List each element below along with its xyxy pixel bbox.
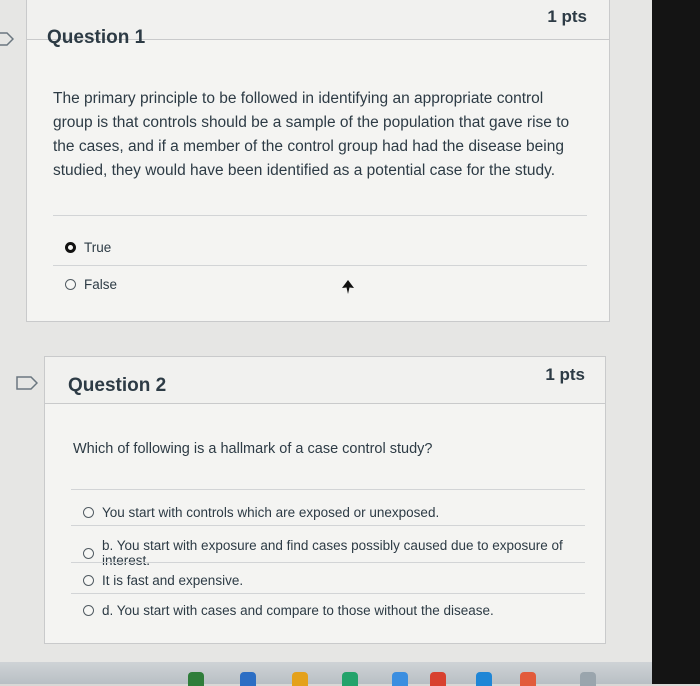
answer-divider	[71, 525, 585, 526]
answer-option-b-label: b. You start with exposure and find case…	[102, 538, 563, 568]
radio-false[interactable]	[65, 279, 76, 290]
answer-divider	[53, 265, 587, 266]
question-flag-icon[interactable]	[0, 32, 14, 46]
answer-divider	[53, 215, 587, 216]
answer-false-label: False	[84, 277, 118, 292]
radio-option-d[interactable]	[83, 605, 94, 616]
radio-option-a[interactable]	[83, 507, 94, 518]
radio-true-selected[interactable]	[65, 242, 76, 253]
answer-option-b[interactable]: b. You start with exposure and find case…	[83, 538, 605, 568]
radio-option-b[interactable]	[83, 547, 94, 559]
answer-true[interactable]: True	[65, 240, 111, 255]
answer-option-a[interactable]: You start with controls which are expose…	[83, 505, 439, 520]
answer-option-c[interactable]: It is fast and expensive.	[83, 573, 243, 588]
mouse-pointer-icon	[342, 280, 354, 294]
question-2-card: 1 pts Question 2 Which of following is a…	[44, 356, 606, 644]
answer-option-c-label: It is fast and expensive.	[102, 573, 244, 588]
question-1-card: 1 pts Question 1 The primary principle t…	[26, 0, 610, 322]
answer-option-a-label: You start with controls which are expose…	[102, 505, 440, 520]
answer-true-label: True	[84, 240, 112, 255]
screen-bezel	[652, 0, 700, 684]
answer-divider	[71, 593, 585, 594]
question-1-points: 1 pts	[547, 7, 587, 26]
answer-divider	[71, 489, 585, 490]
question-2-text: Which of following is a hallmark of a ca…	[73, 441, 433, 457]
question-flag-icon[interactable]	[16, 376, 38, 390]
question-2-title: Question 2	[68, 375, 167, 396]
question-1-title: Question 1	[47, 27, 146, 48]
answer-false[interactable]: False	[65, 277, 117, 292]
dock-bar	[0, 662, 656, 684]
question-2-points: 1 pts	[545, 365, 585, 384]
answer-divider	[71, 562, 585, 563]
answer-option-d[interactable]: d. You start with cases and compare to t…	[83, 603, 494, 618]
answer-option-d-label: d. You start with cases and compare to t…	[102, 603, 494, 618]
question-1-text: The primary principle to be followed in …	[53, 90, 570, 179]
radio-option-c[interactable]	[83, 575, 94, 586]
